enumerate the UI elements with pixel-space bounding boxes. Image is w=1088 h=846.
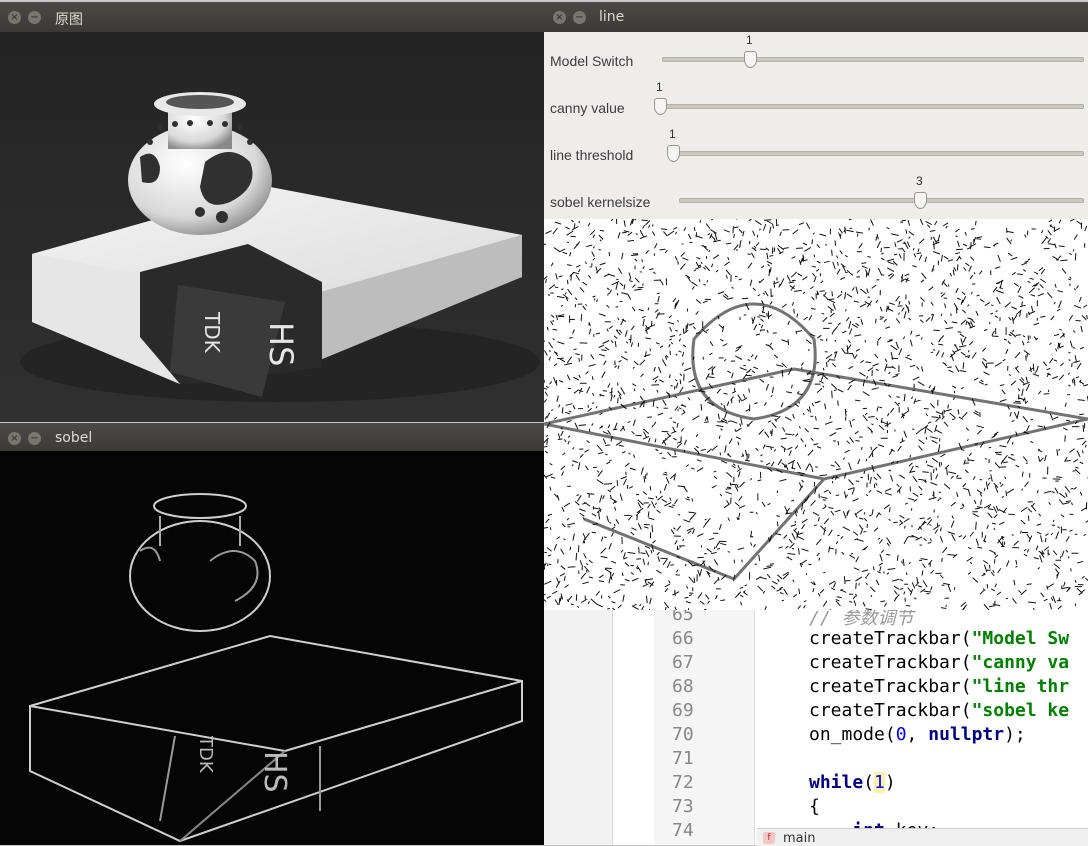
original-image-window: × − 原图 TDK HS [0, 2, 544, 422]
code-token: "sobel ke [971, 700, 1070, 721]
minimize-icon[interactable]: − [28, 432, 41, 445]
code-token: "line thr [971, 676, 1070, 697]
code-line[interactable]: 72 while(1) [544, 772, 1088, 796]
model-text: HS [262, 322, 300, 366]
code-text: // 参数调节 [809, 610, 914, 630]
code-token: ( [863, 772, 875, 793]
code-token: createTrackbar( [809, 700, 972, 721]
slider-track[interactable] [662, 57, 1084, 62]
code-token: ); [1004, 724, 1026, 745]
window-title: 原图 [55, 12, 83, 28]
sobel-brand-text: TDK [195, 735, 216, 774]
code-token: ) [884, 772, 896, 793]
code-token: 0 [895, 724, 907, 745]
code-token: createTrackbar( [809, 652, 972, 673]
code-token: "canny va [971, 652, 1070, 673]
code-line[interactable]: 66 createTrackbar("Model Sw [544, 628, 1088, 652]
trackbar-model-switch: Model Switch 1 [544, 33, 1088, 85]
code-token: createTrackbar( [809, 628, 972, 649]
line-number: 73 [672, 796, 694, 817]
code-text: createTrackbar("sobel ke [809, 700, 1069, 721]
sobel-image-window: × − sobel TDK HS [0, 423, 544, 845]
trackbar-value: 3 [916, 174, 923, 188]
trackbar-label: line threshold [550, 147, 634, 163]
code-text: on_mode(0, nullptr); [809, 724, 1026, 745]
line-number: 72 [672, 772, 694, 793]
original-image: TDK HS [0, 32, 544, 422]
slider-track[interactable] [679, 198, 1084, 203]
code-line[interactable]: 70 on_mode(0, nullptr); [544, 724, 1088, 748]
line-number: 69 [672, 700, 694, 721]
line-number: 68 [672, 676, 694, 697]
close-icon[interactable]: × [8, 11, 21, 24]
code-text: createTrackbar("line thr [809, 676, 1069, 697]
canny-edge-noise [544, 219, 1088, 610]
code-line[interactable]: 68 createTrackbar("line thr [544, 676, 1088, 700]
trackbar-line-threshold: line threshold 1 [544, 127, 1088, 179]
trackbar-canny-value: canny value 1 [544, 80, 1088, 132]
code-line[interactable]: 69 createTrackbar("sobel ke [544, 700, 1088, 724]
trackbar-label: sobel kernelsize [550, 194, 651, 210]
slider-handle[interactable] [667, 145, 680, 162]
code-line[interactable]: 73 { [544, 796, 1088, 820]
slider-track[interactable] [667, 151, 1084, 156]
code-token: on_mode( [809, 724, 896, 745]
code-token: { [809, 796, 820, 817]
line-number: 67 [672, 652, 694, 673]
slider-handle[interactable] [914, 192, 927, 209]
window-title: line [599, 9, 625, 25]
window-title: sobel [55, 430, 93, 446]
sobel-edges: TDK HS [29, 493, 523, 843]
editor-tab-bar: f main [757, 828, 1088, 846]
code-line[interactable]: 71 [544, 748, 1088, 772]
code-token: // 参数调节 [809, 610, 914, 629]
slider-track[interactable] [654, 104, 1084, 109]
trackbar-value: 1 [669, 127, 676, 141]
code-token: while [809, 772, 864, 793]
original-window-titlebar[interactable]: × − 原图 [0, 2, 544, 32]
code-text: createTrackbar("canny va [809, 652, 1069, 673]
close-icon[interactable]: × [8, 432, 21, 445]
slider-handle[interactable] [654, 98, 667, 115]
trackbar-value: 1 [656, 80, 663, 94]
code-token: , [906, 724, 929, 745]
minimize-icon[interactable]: − [28, 11, 41, 24]
line-output-image [544, 219, 1088, 610]
sobel-model-text: HS [257, 751, 292, 793]
vase-and-cassette-photo: TDK HS [20, 92, 540, 402]
sobel-image: TDK HS [0, 451, 544, 845]
line-number: 70 [672, 724, 694, 745]
code-line[interactable]: 67 createTrackbar("canny va [544, 652, 1088, 676]
function-icon: f [763, 832, 775, 844]
line-number: 65 [672, 610, 694, 625]
code-line[interactable]: 65 // 参数调节 [544, 610, 1088, 630]
line-number: 71 [672, 748, 694, 769]
trackbar-label: canny value [550, 100, 625, 116]
code-token: 1 [874, 772, 885, 793]
trackbar-value: 1 [746, 33, 753, 47]
close-icon[interactable]: × [553, 11, 566, 24]
code-editor: 65// 参数调节 66 createTrackbar("Model Sw 67 cre… [544, 610, 1088, 845]
code-token: createTrackbar( [809, 676, 972, 697]
code-text: while(1) [809, 772, 896, 793]
line-number: 74 [672, 820, 694, 841]
sobel-window-titlebar[interactable]: × − sobel [0, 423, 544, 453]
line-window-titlebar[interactable]: × − line [544, 2, 1088, 32]
line-window: × − line Model Switch 1 canny value 1 li… [544, 2, 1088, 610]
code-token: nullptr [928, 724, 1005, 745]
code-text: createTrackbar("Model Sw [809, 628, 1069, 649]
brand-text: TDK [200, 311, 224, 354]
trackbar-label: Model Switch [550, 53, 634, 69]
minimize-icon[interactable]: − [573, 11, 586, 24]
line-number: 66 [672, 628, 694, 649]
code-token: "Model Sw [971, 628, 1070, 649]
function-tab-main[interactable]: main [783, 831, 815, 846]
code-text: { [809, 796, 820, 817]
slider-handle[interactable] [744, 51, 757, 68]
